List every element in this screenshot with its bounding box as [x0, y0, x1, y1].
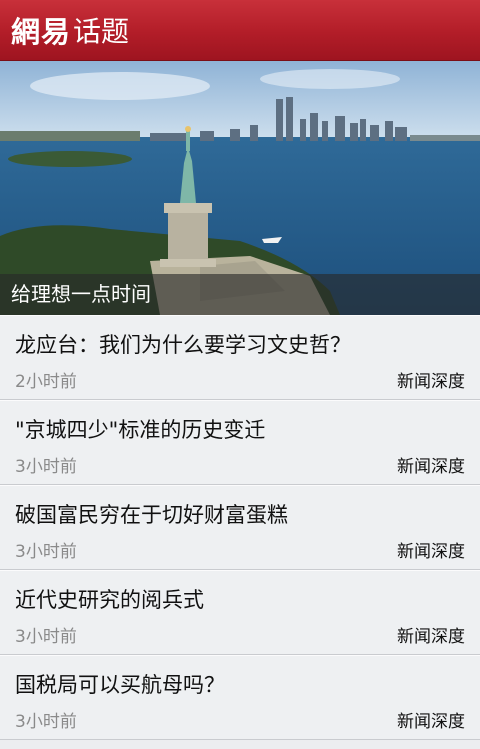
article-title: 破国富民穷在于切好财富蛋糕: [15, 503, 288, 527]
article-source: 新闻深度: [397, 457, 465, 477]
article-time: 3小时前: [15, 627, 77, 647]
article-title: 龙应台：我们为什么要学习文史哲？: [15, 333, 351, 357]
list-item[interactable]: 破国富民穷在于切好财富蛋糕 3小时前 新闻深度: [0, 485, 480, 570]
article-title: 近代史研究的阅兵式: [15, 588, 204, 612]
app-header: 網易 话题: [0, 0, 480, 61]
article-source: 新闻深度: [397, 542, 465, 562]
article-title: "京城四少"标准的历史变迁: [15, 418, 266, 442]
featured-banner[interactable]: 给理想一点时间: [0, 61, 480, 315]
article-source: 新闻深度: [397, 627, 465, 647]
list-item[interactable]: 龙应台：我们为什么要学习文史哲？ 2小时前 新闻深度: [0, 315, 480, 400]
list-item[interactable]: 近代史研究的阅兵式 3小时前 新闻深度: [0, 570, 480, 655]
banner-caption: 给理想一点时间: [0, 274, 480, 315]
article-time: 2小时前: [15, 372, 77, 392]
article-title: 国税局可以买航母吗？: [15, 673, 225, 697]
page-title: 话题: [73, 15, 130, 48]
article-source: 新闻深度: [397, 712, 465, 732]
netease-logo: 網易: [11, 15, 72, 49]
list-item[interactable]: "京城四少"标准的历史变迁 3小时前 新闻深度: [0, 400, 480, 485]
article-time: 3小时前: [15, 457, 77, 477]
list-item[interactable]: 国税局可以买航母吗？ 3小时前 新闻深度: [0, 655, 480, 740]
article-source: 新闻深度: [397, 372, 465, 392]
article-list: 龙应台：我们为什么要学习文史哲？ 2小时前 新闻深度 "京城四少"标准的历史变迁…: [0, 315, 480, 740]
article-time: 3小时前: [15, 712, 77, 732]
article-time: 3小时前: [15, 542, 77, 562]
